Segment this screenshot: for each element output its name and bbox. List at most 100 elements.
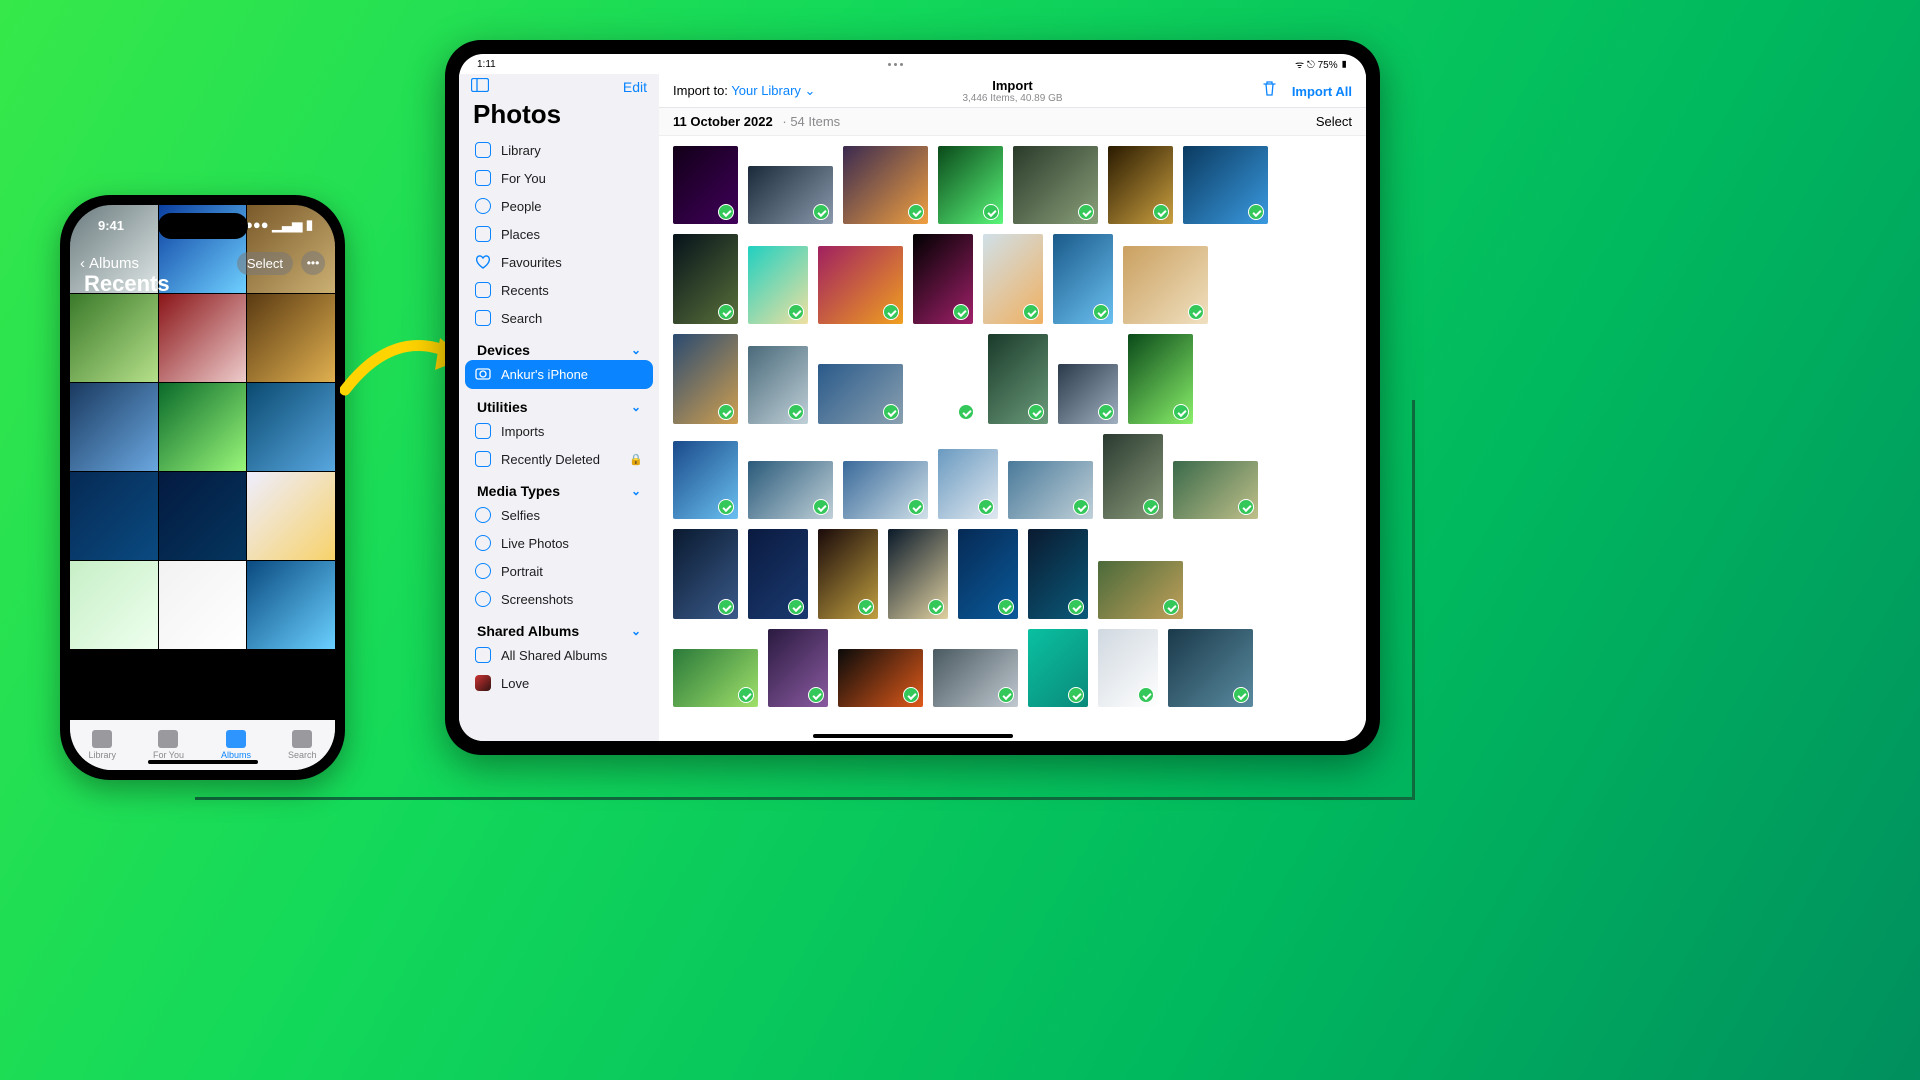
home-indicator[interactable] xyxy=(148,760,258,764)
import-photo[interactable] xyxy=(933,649,1018,707)
sidebar-item-people[interactable]: People xyxy=(465,192,653,220)
import-photo[interactable] xyxy=(673,234,738,324)
sidebar-item-love[interactable]: Love xyxy=(465,669,653,697)
sidebar-item-screenshots[interactable]: Screenshots xyxy=(465,585,653,613)
import-photo[interactable] xyxy=(768,629,828,707)
sidebar-item-library[interactable]: Library xyxy=(465,136,653,164)
multitask-dots-icon[interactable] xyxy=(888,63,903,66)
import-photo[interactable] xyxy=(1098,629,1158,707)
import-photo[interactable] xyxy=(938,449,998,519)
import-photo[interactable] xyxy=(673,146,738,224)
import-photo[interactable] xyxy=(983,234,1043,324)
import-photo[interactable] xyxy=(913,346,978,424)
photo-thumbnail[interactable] xyxy=(159,294,247,382)
tab-icon xyxy=(92,730,112,748)
import-photo[interactable] xyxy=(1173,461,1258,519)
sidebar-item-recents[interactable]: Recents xyxy=(465,276,653,304)
more-button[interactable]: ••• xyxy=(301,251,325,275)
sidebar-item-all-shared-albums[interactable]: All Shared Albums xyxy=(465,641,653,669)
import-all-button[interactable]: Import All xyxy=(1292,84,1352,99)
sidebar-item-search[interactable]: Search xyxy=(465,304,653,332)
import-photo[interactable] xyxy=(843,461,928,519)
photo-thumbnail[interactable] xyxy=(70,294,158,382)
photo-thumbnail[interactable] xyxy=(159,472,247,560)
select-button[interactable]: Select xyxy=(237,252,293,275)
sidebar-section-devices[interactable]: Devices⌄ xyxy=(465,332,653,360)
import-photo[interactable] xyxy=(818,246,903,324)
sidebar-item-selfies[interactable]: Selfies xyxy=(465,501,653,529)
import-photo[interactable] xyxy=(1123,246,1208,324)
import-photo[interactable] xyxy=(913,234,973,324)
import-photo[interactable] xyxy=(818,364,903,424)
imported-check-icon xyxy=(883,304,899,320)
import-photo[interactable] xyxy=(673,441,738,519)
photo-thumbnail[interactable] xyxy=(159,561,247,649)
sidebar-item-imports[interactable]: Imports xyxy=(465,417,653,445)
tab-albums[interactable]: Albums xyxy=(221,730,251,760)
album-thumb xyxy=(475,675,491,691)
photo-thumbnail[interactable] xyxy=(70,472,158,560)
sidebar-item-recently-deleted[interactable]: Recently Deleted🔒 xyxy=(465,445,653,473)
trash-icon[interactable] xyxy=(1262,83,1281,100)
tab-search[interactable]: Search xyxy=(288,730,317,760)
import-photo[interactable] xyxy=(673,529,738,619)
import-photo[interactable] xyxy=(1103,434,1163,519)
import-photo-grid[interactable] xyxy=(659,136,1366,741)
sidebar-item-ankur-s-iphone[interactable]: Ankur's iPhone xyxy=(465,360,653,389)
import-photo[interactable] xyxy=(843,146,928,224)
import-photo[interactable] xyxy=(888,529,948,619)
tab-library[interactable]: Library xyxy=(88,730,116,760)
edit-button[interactable]: Edit xyxy=(623,79,647,95)
tab-for-you[interactable]: For You xyxy=(153,730,184,760)
import-photo[interactable] xyxy=(1028,529,1088,619)
imported-check-icon xyxy=(1098,404,1114,420)
import-photo[interactable] xyxy=(1183,146,1268,224)
import-photo[interactable] xyxy=(1053,234,1113,324)
import-photo[interactable] xyxy=(818,529,878,619)
iphone-device: 9:41 ●●● ▁▃▅ ▮ ‹ Albums Select ••• Recen… xyxy=(60,195,345,780)
import-photo[interactable] xyxy=(1108,146,1173,224)
import-photo[interactable] xyxy=(1008,461,1093,519)
import-photo[interactable] xyxy=(748,346,808,424)
import-photo[interactable] xyxy=(958,529,1018,619)
sidebar-item-portrait[interactable]: Portrait xyxy=(465,557,653,585)
sidebar-section-media-types[interactable]: Media Types⌄ xyxy=(465,473,653,501)
photo-thumbnail[interactable] xyxy=(247,294,335,382)
import-photo[interactable] xyxy=(1098,561,1183,619)
sidebar-section-utilities[interactable]: Utilities⌄ xyxy=(465,389,653,417)
import-destination-picker[interactable]: Your Library ⌄ xyxy=(731,83,815,98)
photo-thumbnail[interactable] xyxy=(247,561,335,649)
sidebar-section-shared-albums[interactable]: Shared Albums⌄ xyxy=(465,613,653,641)
photo-thumbnail[interactable] xyxy=(247,472,335,560)
import-photo[interactable] xyxy=(748,166,833,224)
media-icon xyxy=(475,535,491,551)
sidebar-item-for-you[interactable]: For You xyxy=(465,164,653,192)
sidebar-item-places[interactable]: Places xyxy=(465,220,653,248)
photo-thumbnail[interactable] xyxy=(70,561,158,649)
home-indicator[interactable] xyxy=(813,734,1013,738)
photo-thumbnail[interactable] xyxy=(247,383,335,471)
import-photo[interactable] xyxy=(1013,146,1098,224)
import-photo[interactable] xyxy=(938,146,1003,224)
import-photo[interactable] xyxy=(1168,629,1253,707)
import-photo[interactable] xyxy=(748,461,833,519)
chevron-down-icon: ⌄ xyxy=(801,83,816,98)
import-photo[interactable] xyxy=(838,649,923,707)
import-photo[interactable] xyxy=(1128,334,1193,424)
select-button[interactable]: Select xyxy=(1316,114,1352,129)
photo-thumbnail[interactable] xyxy=(70,383,158,471)
sidebar-item-favourites[interactable]: Favourites xyxy=(465,248,653,276)
import-photo[interactable] xyxy=(748,529,808,619)
import-photo[interactable] xyxy=(673,649,758,707)
back-button[interactable]: ‹ Albums xyxy=(80,255,139,272)
sidebar-toggle-icon[interactable] xyxy=(471,78,489,95)
import-photo[interactable] xyxy=(673,334,738,424)
imported-check-icon xyxy=(978,499,994,515)
photo-thumbnail[interactable] xyxy=(159,383,247,471)
sidebar-item-live-photos[interactable]: Live Photos xyxy=(465,529,653,557)
import-photo[interactable] xyxy=(748,246,808,324)
import-photo[interactable] xyxy=(1058,364,1118,424)
rect-icon xyxy=(475,142,491,158)
import-photo[interactable] xyxy=(988,334,1048,424)
import-photo[interactable] xyxy=(1028,629,1088,707)
